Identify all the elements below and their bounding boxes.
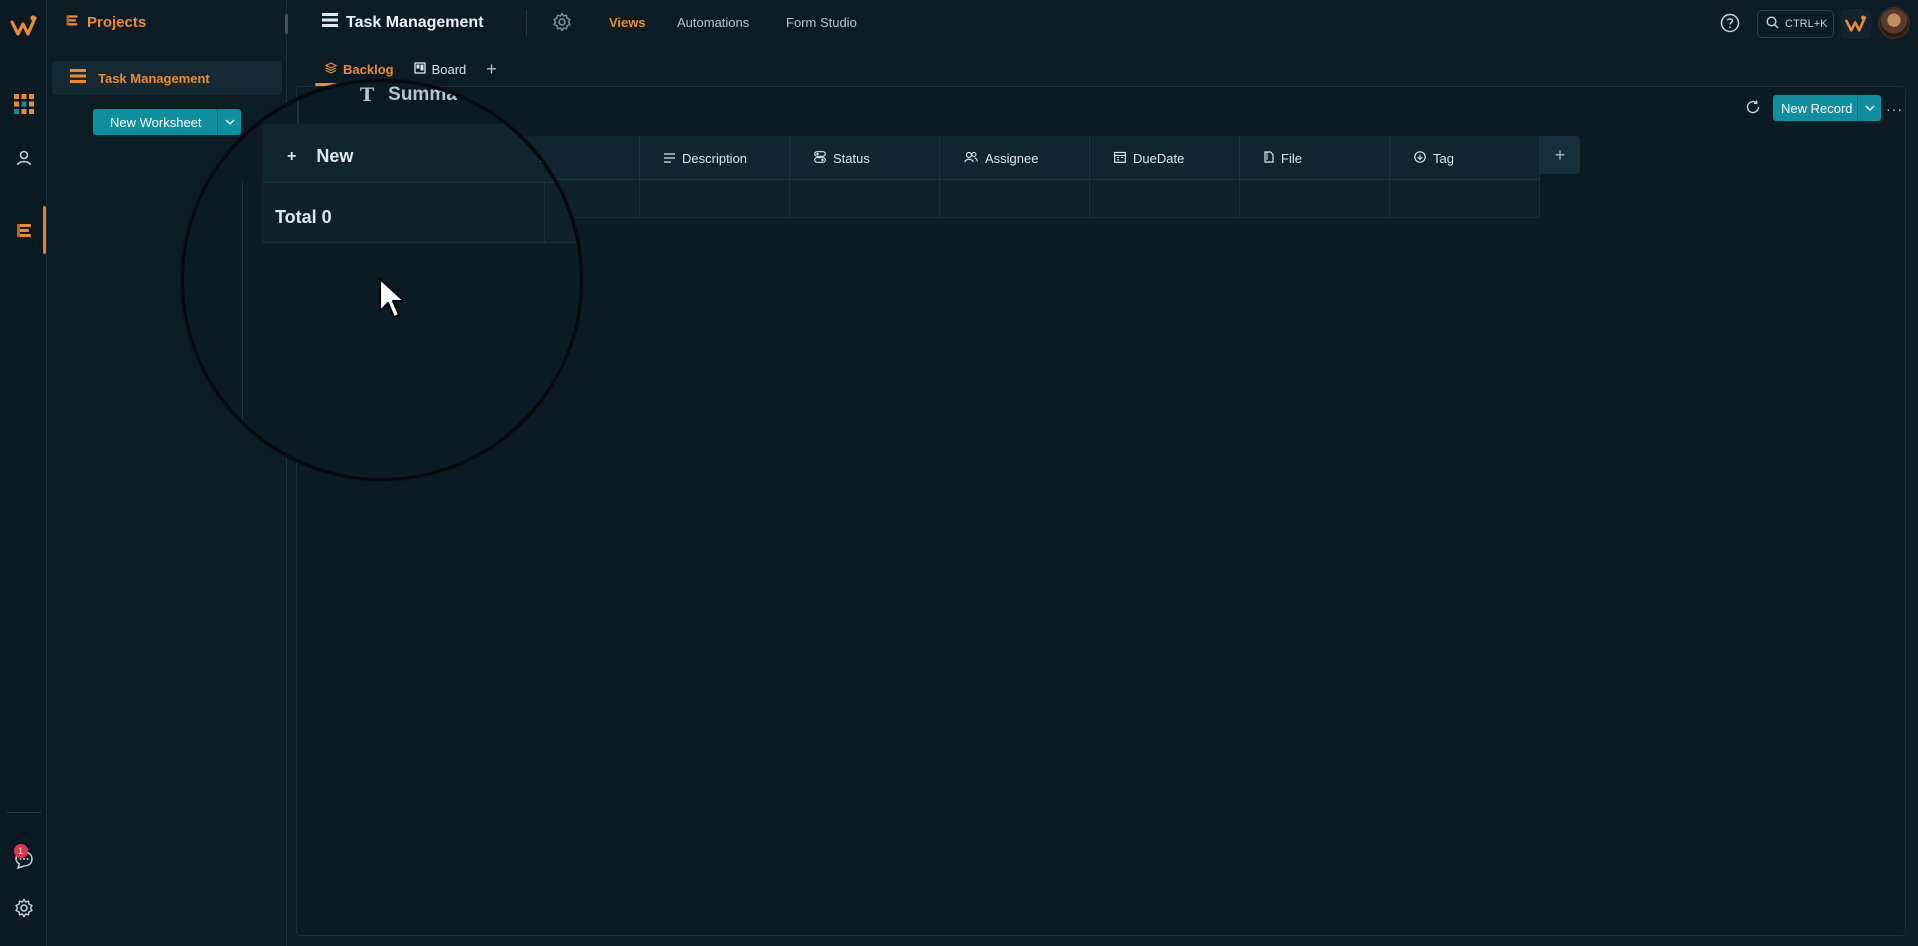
settings-icon[interactable] [0, 890, 47, 926]
new-record-label: New Record [1781, 100, 1853, 116]
column-header-assignee[interactable]: Assignee [940, 136, 1090, 180]
projects-title: Projects [87, 14, 147, 31]
tab-views[interactable]: Views [609, 15, 646, 30]
tab-automations[interactable]: Automations [677, 15, 749, 30]
topbar: Task Management Views Automations Form S… [288, 0, 1918, 46]
magnified-divider [544, 183, 545, 243]
column-label: Tag [1433, 150, 1454, 166]
board-icon [413, 61, 426, 77]
brand-logo-icon[interactable] [0, 8, 47, 44]
plus-icon: + [287, 147, 297, 165]
chevron-down-icon[interactable] [1857, 95, 1881, 121]
rail-divider [7, 812, 41, 813]
workspace-logo-icon[interactable] [1841, 9, 1871, 39]
layers-icon [324, 61, 338, 77]
magnified-row-handle [242, 82, 282, 106]
column-header-duedate[interactable]: DueDate [1090, 136, 1240, 180]
magnified-new-label: New [316, 146, 354, 166]
apps-grid-icon[interactable] [0, 86, 47, 122]
text-type-icon: T [360, 84, 375, 106]
refresh-icon[interactable] [1745, 99, 1761, 120]
footer-cell [940, 180, 1090, 218]
projects-icon [65, 13, 79, 32]
footer-cell [1240, 180, 1390, 218]
column-label: DueDate [1133, 150, 1185, 166]
column-header-file[interactable]: File [1240, 136, 1390, 180]
add-column-button[interactable]: + [1540, 136, 1580, 174]
add-view-button[interactable]: + [476, 59, 507, 80]
new-record-button[interactable]: New Record [1773, 95, 1881, 121]
icon-rail: 1 [0, 0, 47, 946]
magnified-new-button[interactable]: + New [287, 146, 353, 167]
worksheet-settings-icon[interactable] [552, 12, 572, 37]
worksheet-icon [70, 68, 86, 88]
column-label: File [1281, 150, 1302, 166]
rail-active-indicator [43, 206, 46, 254]
worksheet-icon [322, 13, 338, 32]
magnified-summary-header: T Summa [360, 84, 457, 106]
mouse-cursor-icon [378, 277, 406, 324]
avatar[interactable] [1878, 7, 1910, 39]
footer-cell [1390, 180, 1540, 218]
magnified-total-count: Total 0 [275, 207, 332, 227]
magnified-divider [297, 82, 299, 126]
tab-backlog-label: Backlog [343, 61, 394, 77]
column-label: Description [682, 150, 748, 166]
user-icon[interactable] [0, 140, 47, 176]
column-header-tag[interactable]: Tag [1390, 136, 1540, 180]
magnified-divider [242, 182, 243, 478]
magnified-summary-label: Summa [388, 84, 457, 105]
search-button[interactable]: CTRL+K [1757, 10, 1834, 38]
column-header-status[interactable]: Status [790, 136, 940, 180]
status-icon [814, 150, 826, 166]
search-icon [1766, 16, 1779, 32]
text-lines-icon [664, 151, 675, 166]
file-icon [1264, 150, 1274, 166]
tab-form-studio[interactable]: Form Studio [786, 15, 857, 30]
tab-board-label: Board [431, 61, 467, 77]
help-icon[interactable] [1720, 13, 1740, 38]
calendar-icon [1114, 151, 1126, 166]
column-label: Assignee [985, 150, 1039, 166]
footer-cell [640, 180, 790, 218]
footer-cell [1090, 180, 1240, 218]
app-title: Task Management [322, 13, 484, 32]
people-icon [964, 151, 978, 166]
column-header-description[interactable]: Description [640, 136, 790, 180]
projects-icon[interactable] [0, 212, 47, 248]
tag-icon [1414, 150, 1426, 166]
topbar-divider [526, 10, 527, 36]
more-options-icon[interactable]: ··· [1886, 101, 1903, 117]
projects-header[interactable]: Projects [65, 13, 146, 32]
footer-cell [790, 180, 940, 218]
search-shortcut: CTRL+K [1785, 18, 1828, 30]
notification-badge: 1 [13, 844, 28, 858]
magnified-reporter-header: Reporter [539, 149, 580, 166]
app-title-text: Task Management [346, 13, 484, 31]
column-label: Status [833, 150, 870, 166]
chat-icon[interactable]: 1 [0, 842, 47, 878]
